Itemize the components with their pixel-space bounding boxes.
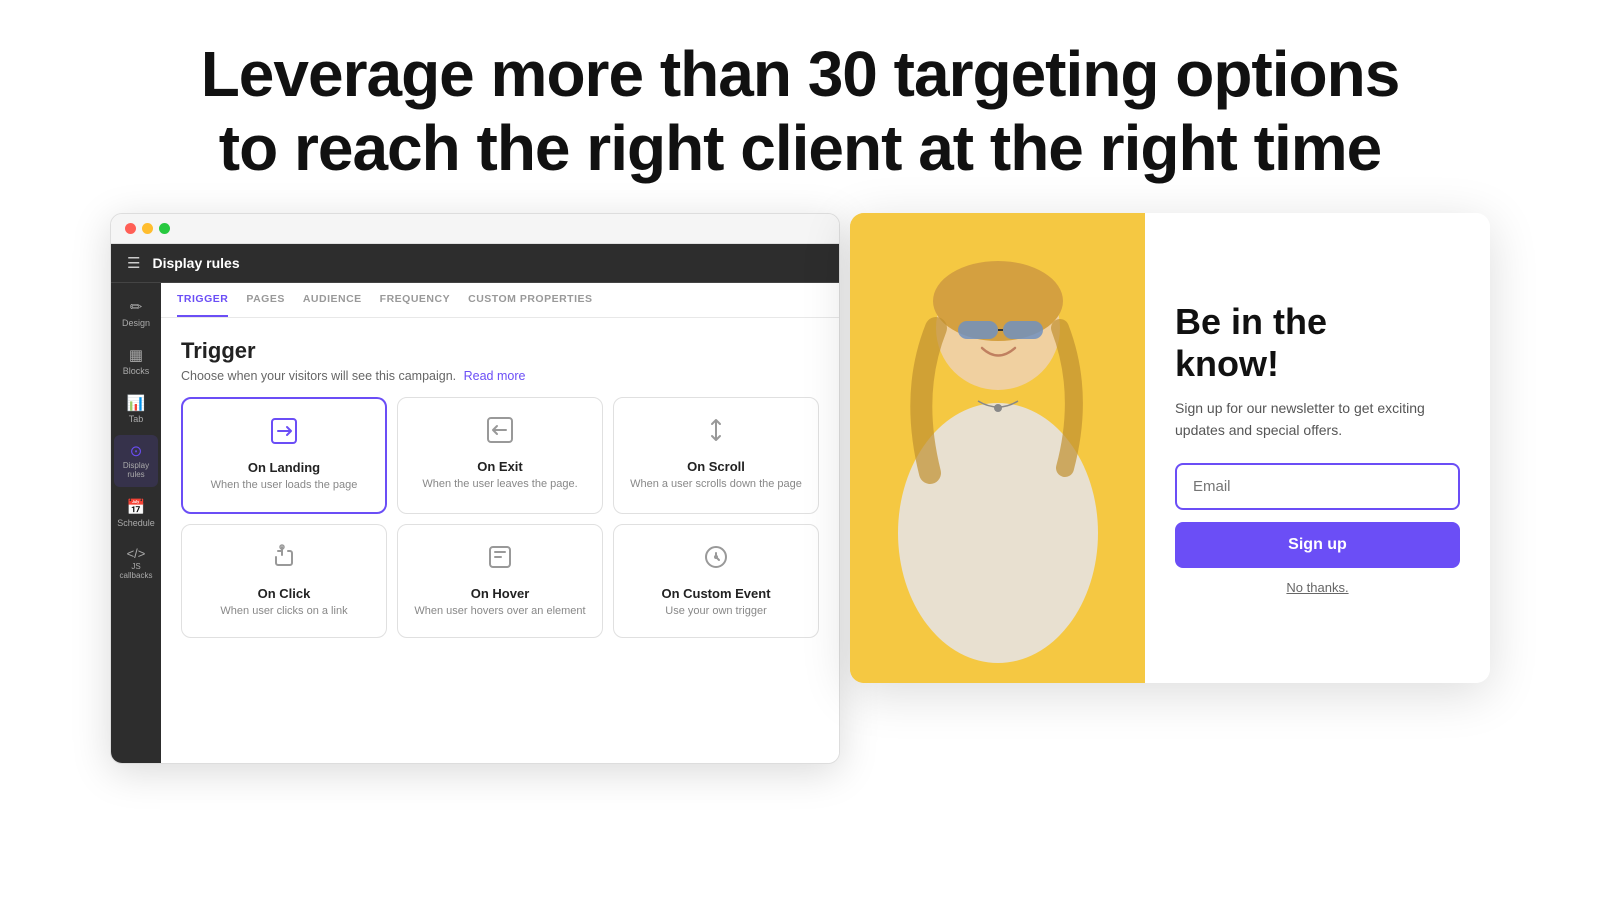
display-rules-icon: ⊙: [130, 442, 143, 460]
exit-icon: [486, 416, 514, 451]
browser-mockup: ☰ Display rules ✏ Design ▦ Blocks 📊: [110, 213, 840, 764]
custom-name: On Custom Event: [661, 586, 770, 601]
sidebar-item-display-rules[interactable]: ⊙ Display rules: [114, 435, 158, 487]
schedule-icon: 📅: [127, 498, 146, 516]
browser-dot-yellow: [142, 223, 153, 234]
tab-audience[interactable]: AUDIENCE: [303, 283, 362, 317]
tab-custom-properties[interactable]: CUSTOM PROPERTIES: [468, 283, 592, 317]
scroll-icon: [702, 416, 730, 451]
tab-frequency[interactable]: FREQUENCY: [380, 283, 450, 317]
landing-name: On Landing: [248, 460, 320, 475]
hover-icon: [486, 543, 514, 578]
popup-image-area: [850, 213, 1145, 683]
sidebar-item-tab[interactable]: 📊 Tab: [114, 387, 158, 431]
browser-dot-red: [125, 223, 136, 234]
sidebar-item-schedule[interactable]: 📅 Schedule: [114, 491, 158, 535]
trigger-card-landing[interactable]: On Landing When the user loads the page: [181, 397, 387, 513]
browser-topbar: [111, 214, 839, 244]
tab-trigger[interactable]: TRIGGER: [177, 283, 228, 317]
trigger-card-exit[interactable]: On Exit When the user leaves the page.: [397, 397, 603, 513]
design-icon: ✏: [130, 298, 143, 316]
popup-title: Be in the know!: [1175, 301, 1460, 384]
popup-no-thanks[interactable]: No thanks.: [1175, 580, 1460, 595]
trigger-card-hover[interactable]: On Hover When user hovers over an elemen…: [397, 524, 603, 638]
click-name: On Click: [258, 586, 311, 601]
custom-icon: [702, 543, 730, 578]
landing-icon: [270, 417, 298, 452]
exit-name: On Exit: [477, 459, 523, 474]
click-icon: [270, 543, 298, 578]
editor-topbar: ☰ Display rules: [111, 244, 839, 283]
custom-desc: Use your own trigger: [665, 604, 767, 619]
menu-icon[interactable]: ☰: [127, 254, 140, 272]
sidebar-item-js[interactable]: </> JS callbacks: [114, 539, 158, 588]
trigger-card-scroll[interactable]: On Scroll When a user scrolls down the p…: [613, 397, 819, 513]
click-desc: When user clicks on a link: [220, 604, 347, 619]
editor-main: TRIGGER PAGES AUDIENCE FREQUENCY CUSTOM …: [161, 283, 839, 763]
popup-email-input[interactable]: [1175, 463, 1460, 510]
blocks-icon: ▦: [129, 346, 143, 364]
trigger-section: Trigger Choose when your visitors will s…: [161, 318, 839, 654]
scroll-desc: When a user scrolls down the page: [630, 477, 802, 492]
sidebar-item-design[interactable]: ✏ Design: [114, 291, 158, 335]
editor-tabs: TRIGGER PAGES AUDIENCE FREQUENCY CUSTOM …: [161, 283, 839, 318]
trigger-grid: On Landing When the user loads the page: [181, 397, 819, 638]
display-rules-title: Display rules: [152, 255, 239, 271]
person-illustration: [850, 213, 1145, 683]
trigger-description: Choose when your visitors will see this …: [181, 369, 819, 383]
popup-signup-button[interactable]: Sign up: [1175, 522, 1460, 568]
hero-heading: Leverage more than 30 targeting options …: [0, 0, 1600, 213]
tab-pages[interactable]: PAGES: [246, 283, 284, 317]
trigger-title: Trigger: [181, 338, 819, 364]
browser-dot-green: [159, 223, 170, 234]
hover-desc: When user hovers over an element: [414, 604, 585, 619]
sidebar-item-blocks[interactable]: ▦ Blocks: [114, 339, 158, 383]
editor-sidebar: ✏ Design ▦ Blocks 📊 Tab ⊙ Display rules: [111, 283, 161, 763]
scroll-name: On Scroll: [687, 459, 745, 474]
popup-form: Be in the know! Sign up for our newslett…: [1145, 213, 1490, 683]
read-more-link[interactable]: Read more: [464, 369, 526, 383]
hover-name: On Hover: [471, 586, 530, 601]
trigger-card-click[interactable]: On Click When user clicks on a link: [181, 524, 387, 638]
popup-widget: Be in the know! Sign up for our newslett…: [850, 213, 1490, 683]
trigger-card-custom[interactable]: On Custom Event Use your own trigger: [613, 524, 819, 638]
exit-desc: When the user leaves the page.: [422, 477, 577, 492]
landing-desc: When the user loads the page: [211, 478, 358, 493]
tab-icon: 📊: [127, 394, 146, 412]
popup-subtitle: Sign up for our newsletter to get exciti…: [1175, 398, 1460, 441]
js-icon: </>: [127, 546, 146, 561]
